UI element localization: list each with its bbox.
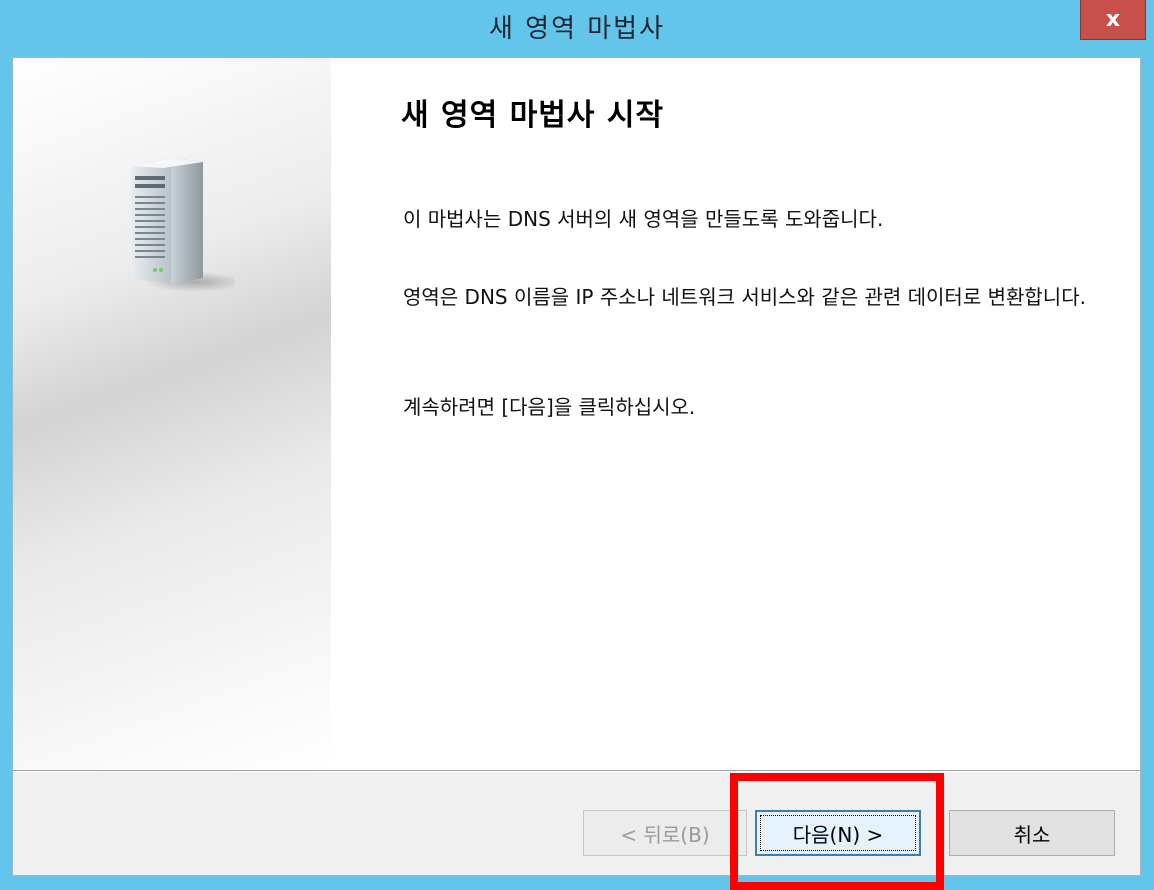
back-button-label: < 뒤로(B) — [620, 822, 710, 847]
wizard-client-area: 새 영역 마법사 시작 이 마법사는 DNS 서버의 새 영역을 만들도록 도와… — [12, 57, 1141, 876]
intro-text: 이 마법사는 DNS 서버의 새 영역을 만들도록 도와줍니다. — [403, 207, 884, 231]
server-icon — [131, 158, 235, 292]
continue-instruction-text: 계속하려면 [다음]을 클릭하십시오. — [403, 395, 696, 419]
zone-description-text: 영역은 DNS 이름을 IP 주소나 네트워크 서비스와 같은 관련 데이터로 … — [403, 285, 1086, 309]
title-bar[interactable]: 새 영역 마법사 x — [0, 0, 1154, 56]
close-icon: x — [1105, 6, 1121, 32]
wizard-content: 새 영역 마법사 시작 이 마법사는 DNS 서버의 새 영역을 만들도록 도와… — [13, 58, 1140, 770]
button-bar-divider — [13, 770, 1140, 772]
wizard-side-panel — [13, 58, 331, 770]
cancel-button-label: 취소 — [1013, 822, 1051, 847]
back-button[interactable]: < 뒤로(B) — [583, 810, 747, 856]
highlight-box — [730, 773, 944, 890]
window-title: 새 영역 마법사 — [488, 14, 666, 44]
close-button[interactable]: x — [1080, 0, 1146, 40]
wizard-window: 새 영역 마법사 x 새 영역 마법사 시작 이 마법사는 DNS 서버의 새 … — [0, 0, 1154, 890]
cancel-button[interactable]: 취소 — [949, 810, 1115, 856]
wizard-main-area: 새 영역 마법사 시작 이 마법사는 DNS 서버의 새 영역을 만들도록 도와… — [331, 58, 1140, 770]
wizard-heading: 새 영역 마법사 시작 — [401, 98, 665, 133]
